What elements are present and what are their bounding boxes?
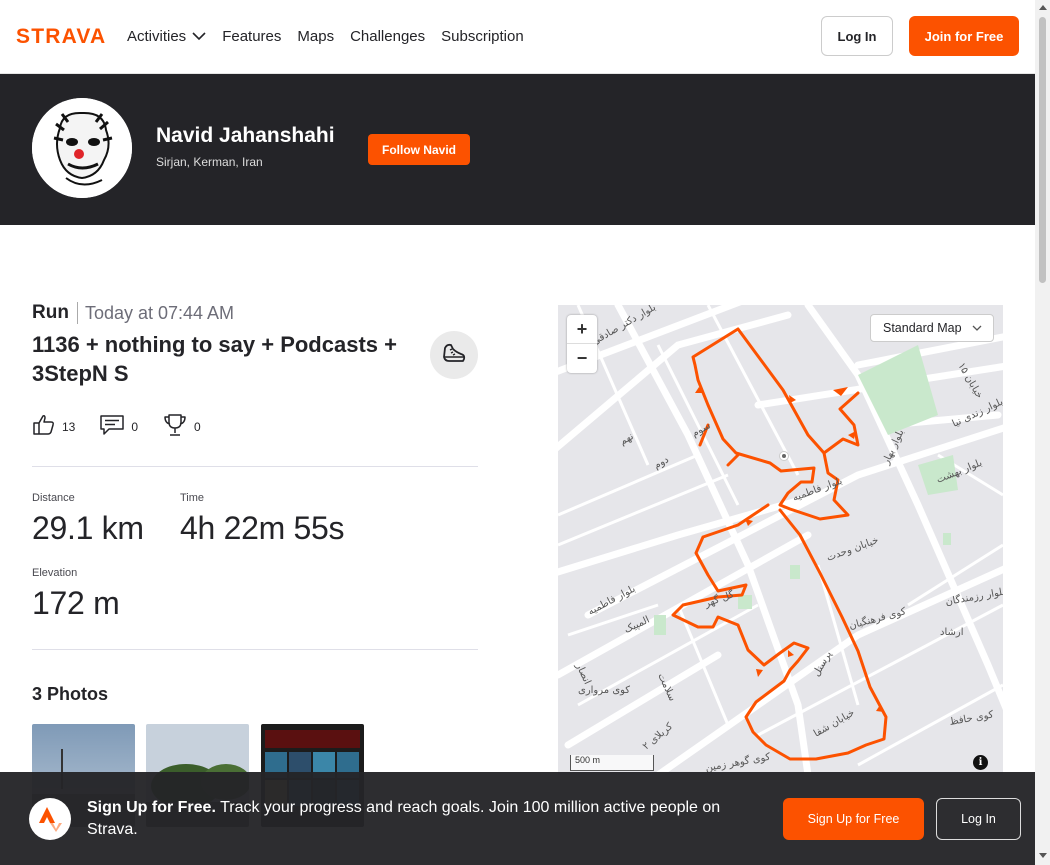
street-label: کوی مرواری xyxy=(578,685,630,696)
nav-challenges-label: Challenges xyxy=(350,27,426,45)
map-scale-bar: 500 m xyxy=(570,755,654,771)
chevron-down-icon xyxy=(972,321,982,335)
avatar[interactable] xyxy=(32,98,132,198)
nav-maps-label: Maps xyxy=(297,27,335,45)
start-marker xyxy=(779,451,789,461)
athlete-location: Sirjan, Kerman, Iran xyxy=(156,155,263,169)
nav-activities[interactable]: Activities xyxy=(127,28,206,45)
map-canvas[interactable]: بلوار دکتر صادقی نهم دوم سوم بلوار فاطمی… xyxy=(558,305,1003,775)
route-map[interactable]: بلوار دکتر صادقی نهم دوم سوم بلوار فاطمی… xyxy=(558,305,1003,775)
nav-activities-label: Activities xyxy=(127,27,187,45)
divider xyxy=(32,649,478,650)
zoom-in-button[interactable]: + xyxy=(567,315,597,344)
map-style-select[interactable]: Standard Map xyxy=(870,314,994,342)
athlete-header: Navid Jahanshahi Sirjan, Kerman, Iran Fo… xyxy=(0,74,1035,225)
achievements-count: 0 xyxy=(194,419,201,434)
zoom-out-button[interactable]: − xyxy=(567,344,597,373)
photos-title: 3 Photos xyxy=(32,684,109,704)
stat-elevation-value: 172 m xyxy=(32,585,120,621)
strava-logo[interactable]: STRAVA xyxy=(16,25,111,51)
banner-message: Sign Up for Free. Track your progress an… xyxy=(87,797,767,841)
scroll-thumb[interactable] xyxy=(1039,17,1046,283)
divider xyxy=(32,466,478,467)
map-info-icon[interactable]: i xyxy=(973,755,988,770)
nav-features[interactable]: Features xyxy=(222,28,281,45)
trophy-icon xyxy=(162,412,188,441)
stat-distance-value: 29.1 km xyxy=(32,510,144,546)
athlete-name[interactable]: Navid Jahanshahi xyxy=(156,124,335,148)
signup-banner: Sign Up for Free. Track your progress an… xyxy=(0,772,1035,865)
stat-elevation-label: Elevation xyxy=(32,567,78,579)
activity-title: 1136 + nothing to say + Podcasts + 3Step… xyxy=(32,332,397,386)
strava-app-icon xyxy=(29,798,71,840)
top-nav: STRAVA Activities Features Maps Challeng… xyxy=(0,0,1035,74)
nav-features-label: Features xyxy=(222,27,282,45)
banner-signup-button[interactable]: Sign Up for Free xyxy=(783,798,924,840)
zoom-controls: + − xyxy=(567,315,597,373)
achievements-button[interactable]: 0 xyxy=(162,412,201,441)
stat-distance: Distance 29.1 km xyxy=(32,492,144,547)
chevron-down-icon xyxy=(192,28,206,45)
map-style-label: Standard Map xyxy=(883,321,962,335)
social-counts: 13 0 0 xyxy=(32,412,225,441)
nav-subscription[interactable]: Subscription xyxy=(441,28,524,45)
activity-type: Run xyxy=(32,302,78,324)
scroll-up-icon[interactable] xyxy=(1039,5,1047,10)
kudos-count: 13 xyxy=(62,419,76,434)
stat-time-label: Time xyxy=(180,492,205,504)
join-free-button[interactable]: Join for Free xyxy=(909,16,1019,56)
shoe-icon xyxy=(441,340,467,371)
follow-button[interactable]: Follow Navid xyxy=(368,134,470,165)
stat-time-value: 4h 22m 55s xyxy=(180,510,345,546)
stat-time: Time 4h 22m 55s xyxy=(180,492,345,547)
activity-header: Run Today at 07:44 AM xyxy=(32,302,234,324)
stat-distance-label: Distance xyxy=(32,492,75,504)
street-label: ارشاد xyxy=(940,627,964,638)
kudos-button[interactable]: 13 xyxy=(32,413,75,440)
page: STRAVA Activities Features Maps Challeng… xyxy=(0,0,1035,865)
page-scrollbar[interactable] xyxy=(1035,0,1050,865)
thumbs-up-icon xyxy=(32,413,56,440)
comments-count: 0 xyxy=(131,419,139,434)
strava-logo-text: STRAVA xyxy=(16,26,106,46)
avatar-illustration xyxy=(32,98,132,198)
banner-login-button[interactable]: Log In xyxy=(936,798,1021,840)
nav-challenges[interactable]: Challenges xyxy=(350,28,425,45)
stat-elevation: Elevation 172 m xyxy=(32,567,120,622)
login-button[interactable]: Log In xyxy=(821,16,893,56)
scroll-down-icon[interactable] xyxy=(1039,853,1047,858)
nav-maps[interactable]: Maps xyxy=(297,28,334,45)
map-scale-label: 500 m xyxy=(575,755,601,765)
comments-button[interactable]: 0 xyxy=(99,414,138,439)
banner-bold-text: Sign Up for Free. xyxy=(87,799,216,816)
activity-date: Today at 07:44 AM xyxy=(84,302,235,323)
nav-subscription-label: Subscription xyxy=(441,27,524,45)
nav-menu: Activities Features Maps Challenges Subs… xyxy=(127,0,524,72)
run-shoe-badge[interactable] xyxy=(430,331,478,379)
comment-icon xyxy=(99,414,125,439)
